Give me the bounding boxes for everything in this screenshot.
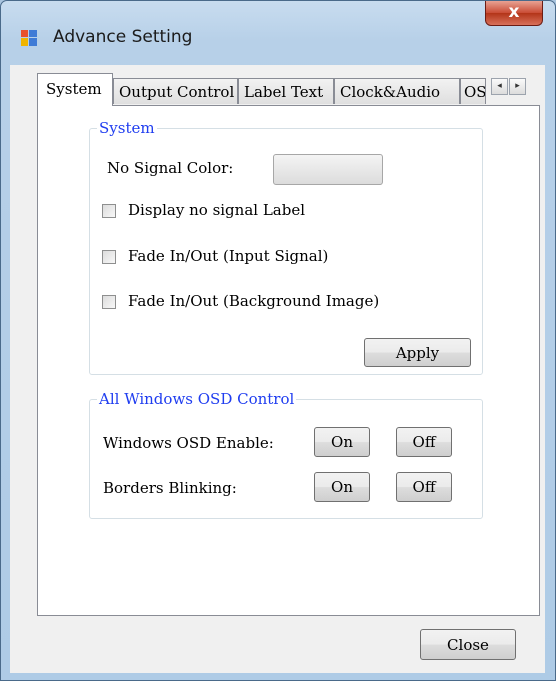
title-bar[interactable]: Advance Setting x (1, 1, 555, 63)
dialog-client-area: System Output Control Label Text Clock&A… (10, 65, 545, 673)
windows-osd-enable-label: Windows OSD Enable: (103, 434, 274, 452)
borders-blinking-on-button[interactable]: On (314, 472, 370, 502)
tab-strip: System Output Control Label Text Clock&A… (10, 65, 545, 109)
window-close-button[interactable]: x (485, 1, 543, 26)
apply-button[interactable]: Apply (364, 338, 471, 367)
tab-scroll-left-icon[interactable]: ◂ (491, 78, 508, 95)
tab-scroll-right-icon[interactable]: ▸ (509, 78, 526, 95)
windows-osd-on-button[interactable]: On (314, 427, 370, 457)
osd-control-group: All Windows OSD Control Windows OSD Enab… (89, 390, 483, 519)
window-title: Advance Setting (53, 27, 193, 47)
app-window-icon (21, 30, 37, 46)
close-button[interactable]: Close (420, 629, 516, 660)
osd-group-title: All Windows OSD Control (97, 390, 297, 408)
fade-background-image-checkbox[interactable] (102, 295, 116, 309)
no-signal-color-label: No Signal Color: (107, 159, 234, 177)
tab-osd-partial[interactable]: OS (460, 78, 486, 104)
system-group-title: System (97, 119, 157, 137)
no-signal-color-button[interactable] (273, 154, 383, 185)
advance-setting-window: Advance Setting x System Output Control … (0, 0, 556, 681)
fade-background-image-text: Fade In/Out (Background Image) (128, 292, 380, 310)
display-no-signal-label-checkbox[interactable] (102, 204, 116, 218)
system-tab-panel: System No Signal Color: Display no signa… (37, 105, 540, 616)
display-no-signal-label-text: Display no signal Label (128, 201, 306, 219)
fade-input-signal-text: Fade In/Out (Input Signal) (128, 247, 329, 265)
tab-system[interactable]: System (37, 73, 113, 106)
windows-osd-off-button[interactable]: Off (396, 427, 452, 457)
borders-blinking-label: Borders Blinking: (103, 479, 237, 497)
borders-blinking-off-button[interactable]: Off (396, 472, 452, 502)
system-group: System No Signal Color: Display no signa… (89, 119, 483, 375)
fade-input-signal-checkbox[interactable] (102, 250, 116, 264)
tab-clock-audio[interactable]: Clock&Audio (334, 78, 460, 104)
tab-label-text[interactable]: Label Text (238, 78, 334, 104)
tab-output-control[interactable]: Output Control (113, 78, 238, 104)
